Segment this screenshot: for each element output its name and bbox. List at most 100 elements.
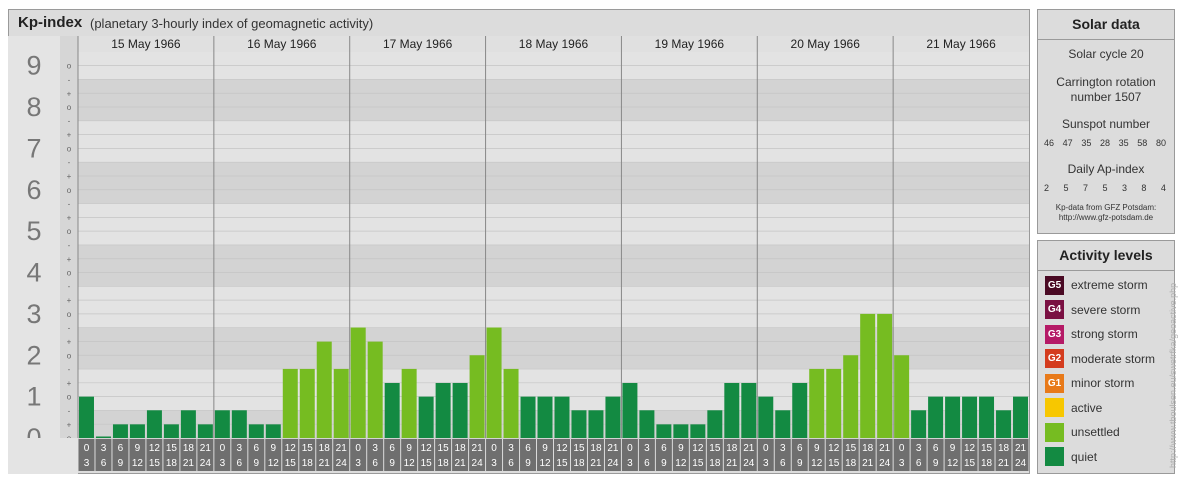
legend-item-quiet: quiet: [1045, 447, 1097, 467]
interval-end-label: 3: [355, 458, 361, 469]
chart-title-bar: Kp-index (planetary 3-hourly index of ge…: [8, 9, 1030, 36]
kp-bar: [112, 424, 128, 438]
kp-bar: [690, 424, 706, 438]
kp-bar: [537, 396, 553, 438]
interval-start-label: 3: [101, 443, 107, 454]
legend-swatch: [1045, 447, 1064, 466]
day-label: 15 May 1966: [111, 37, 181, 51]
y-tick-label: 8: [26, 92, 41, 122]
kp-bar: [146, 410, 162, 438]
chart-subtitle: (planetary 3-hourly index of geomagnetic…: [90, 16, 374, 31]
ap-index-label: Daily Ap-index: [1067, 162, 1145, 176]
interval-start-label: 6: [661, 443, 667, 454]
y-minor-label: o: [67, 103, 72, 112]
legend-swatch: [1045, 422, 1064, 442]
interval-end-label: 12: [404, 458, 416, 469]
kp-bar: [775, 410, 791, 438]
activity-divider: [1038, 270, 1174, 271]
kp-level-band: [78, 79, 1029, 121]
interval-end-label: 6: [780, 458, 786, 469]
legend-label: quiet: [1071, 449, 1098, 464]
kp-level-band: [78, 244, 1029, 287]
interval-end-label: 15: [964, 458, 976, 469]
kp-bar: [639, 410, 655, 438]
kp-bar: [792, 382, 808, 438]
interval-start-label: 3: [237, 443, 243, 454]
y-minor-label: +: [67, 255, 72, 264]
kp-bar: [163, 424, 179, 438]
interval-start-label: 9: [271, 443, 277, 454]
interval-start-label: 0: [355, 443, 361, 454]
day-label: 19 May 1966: [655, 37, 725, 51]
kp-bar: [962, 396, 978, 438]
y-minor-label: +: [67, 172, 72, 181]
y-minor-label: +: [67, 420, 72, 429]
interval-end-label: 21: [183, 458, 195, 469]
interval-end-label: 15: [149, 458, 161, 469]
kp-bar: [469, 355, 485, 438]
sunspot-label: Sunspot number: [1061, 117, 1151, 131]
kp-bar: [843, 355, 859, 438]
interval-end-label: 18: [709, 458, 721, 469]
ap-index-values: 2 5 7 5 3 8 4: [1044, 183, 1166, 193]
interval-start-label: 18: [590, 443, 602, 454]
y-minor-label: o: [67, 269, 72, 278]
interval-end-label: 6: [101, 458, 107, 469]
carrington-line1: Carrington rotation: [1056, 75, 1156, 89]
interval-end-label: 6: [508, 458, 514, 469]
interval-end-label: 18: [573, 458, 585, 469]
interval-start-label: 18: [183, 443, 195, 454]
y-minor-label: -: [68, 117, 71, 126]
kp-bar: [316, 341, 332, 438]
day-label: 20 May 1966: [791, 37, 861, 51]
ap-value: 5: [1102, 183, 1108, 193]
interval-start-label: 18: [862, 443, 874, 454]
kp-bar: [435, 382, 451, 438]
legend-label: active: [1071, 400, 1103, 415]
y-minor-label: -: [68, 241, 71, 250]
ap-value: 8: [1141, 183, 1147, 193]
interval-start-label: 12: [421, 443, 433, 454]
interval-start-label: 15: [302, 443, 314, 454]
sunspot-value: 46: [1044, 138, 1055, 148]
kp-bar: [367, 341, 383, 438]
interval-start-label: 0: [627, 443, 633, 454]
interval-end-label: 3: [627, 458, 633, 469]
solar-data-panel: Solar data Solar cycle 20 Carrington rot…: [1037, 9, 1175, 234]
interval-end-label: 24: [200, 458, 212, 469]
solar-data-title: Solar data: [1072, 16, 1140, 32]
interval-end-label: 21: [862, 458, 874, 469]
y-minor-label: o: [67, 144, 72, 153]
kp-bar: [299, 368, 315, 438]
interval-start-label: 3: [372, 443, 378, 454]
y-minor-label: +: [67, 338, 72, 347]
ap-value: 5: [1063, 183, 1069, 193]
y-minor-label: -: [68, 282, 71, 291]
sunspot-value: 28: [1099, 138, 1110, 148]
legend-item-severe-storm: G4 severe storm: [1045, 300, 1140, 320]
day-label: 17 May 1966: [383, 37, 453, 51]
activity-levels-panel: Activity levels G5 extreme storm G4 severe …: [1037, 240, 1175, 474]
interval-start-label: 6: [389, 443, 395, 454]
kp-bar: [333, 368, 349, 438]
interval-start-label: 6: [254, 443, 260, 454]
kp-bar: [452, 382, 468, 438]
interval-end-label: 9: [661, 458, 667, 469]
y-minor-label: -: [68, 75, 71, 84]
interval-start-label: 21: [879, 443, 891, 454]
interval-start-label: 9: [135, 443, 141, 454]
interval-start-label: 0: [84, 443, 90, 454]
watermark: http://www.tboulsen.eu/swetrfka/geoactiv…: [1168, 282, 1178, 468]
y-minor-label: -: [68, 406, 71, 415]
interval-end-label: 3: [763, 458, 769, 469]
source-link[interactable]: http://www.gfz-potsdam.de: [1038, 213, 1174, 223]
carrington-line2: number 1507: [1070, 90, 1142, 104]
y-minor-label: o: [67, 351, 72, 360]
y-tick-label: 7: [26, 133, 41, 163]
interval-end-label: 12: [675, 458, 687, 469]
y-tick-label: 3: [26, 299, 41, 329]
interval-end-label: 15: [692, 458, 704, 469]
kp-bar: [673, 424, 689, 438]
interval-end-label: 3: [491, 458, 497, 469]
interval-end-label: 18: [981, 458, 993, 469]
